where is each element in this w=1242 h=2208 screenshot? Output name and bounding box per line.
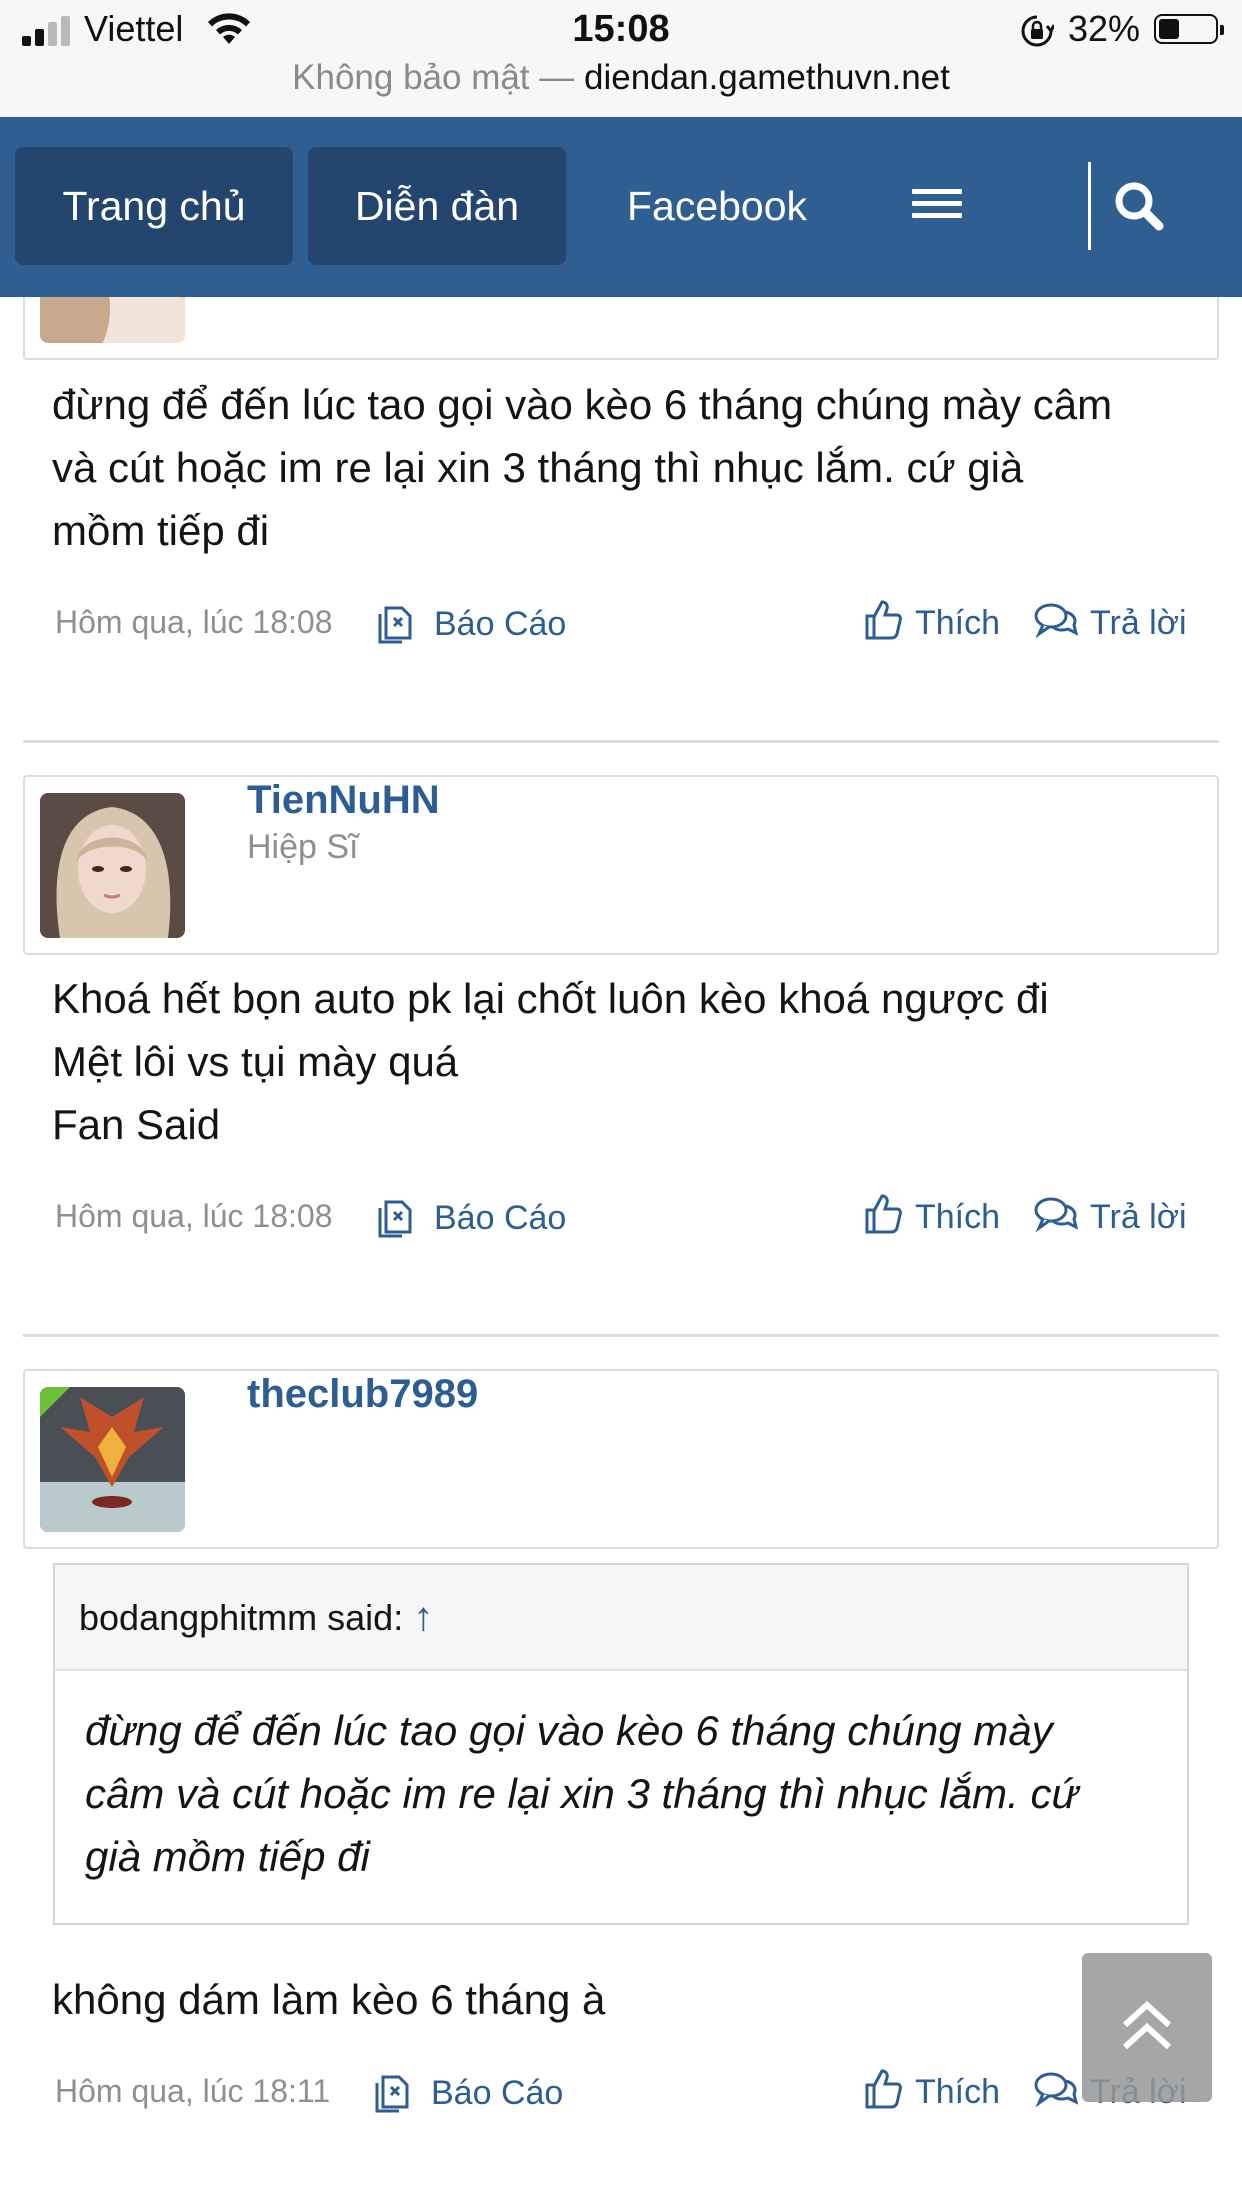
nav-tab-forum[interactable]: Diễn đàn [308,147,566,265]
report-button[interactable]: Báo Cáo [376,604,566,648]
search-icon[interactable] [1112,179,1166,238]
avatar[interactable] [40,1387,185,1532]
clock: 15:08 [572,8,670,50]
reply-button[interactable]: Trả lời [1034,603,1187,645]
thumbs-up-icon [865,600,902,640]
address-bar[interactable]: Không bảo mật — diendan.gamethuvn.net [0,58,1242,98]
post-timestamp[interactable]: Hôm qua, lúc 18:11 [55,2073,330,2110]
avatar[interactable] [40,793,185,938]
hamburger-icon[interactable] [912,189,964,223]
battery-percentage: 32% [1068,8,1141,49]
url-domain: diendan.gamethuvn.net [584,58,950,97]
post-message: Khoá hết bọn auto pk lại chốt luôn kèo k… [52,975,1049,1148]
report-icon [378,606,412,644]
thumbs-up-icon [865,2069,902,2109]
site-navbar: Trang chủ Diễn đàn Facebook [0,117,1242,297]
post-user-header [23,775,1219,955]
post-user-header [23,1369,1219,1549]
report-button[interactable]: Báo Cáo [376,1198,566,1242]
thumbs-up-icon [865,1194,902,1234]
post-message: không dám làm kèo 6 tháng à [52,1976,606,2023]
scroll-to-top-button[interactable] [1082,1953,1212,2102]
reply-icon [1034,1197,1079,1233]
nav-tab-facebook[interactable]: Facebook [600,147,834,265]
report-button[interactable]: Báo Cáo [373,2073,563,2117]
reply-icon [1034,603,1079,639]
quote-header: bodangphitmm said: ↑ [55,1565,1187,1671]
like-button[interactable]: Thích [863,2069,1000,2115]
quote-jump-arrow-icon[interactable]: ↑ [413,1595,433,1639]
username[interactable]: theclub7989 [247,1372,478,1417]
username[interactable]: TienNuHN [247,778,440,823]
status-bar: Viettel 15:08 32% Không bảo mật — dienda… [0,0,1242,117]
post-divider [23,1334,1219,1337]
nav-divider [1088,162,1091,250]
post-divider [23,740,1219,743]
security-label: Không bảo mật — [292,58,575,97]
quote-block: bodangphitmm said: ↑ đừng để đến lúc tao … [53,1563,1189,1925]
orientation-lock-icon [1020,14,1056,53]
reply-button[interactable]: Trả lời [1034,1197,1187,1239]
post-message: đừng để đến lúc tao gọi vào kèo 6 tháng … [52,381,1113,554]
user-title: Hiệp Sĩ [247,828,359,866]
post-timestamp[interactable]: Hôm qua, lúc 18:08 [55,604,333,641]
quote-author: bodangphitmm said: ↑ [79,1595,434,1639]
reply-icon [1034,2072,1079,2108]
like-button[interactable]: Thích [863,1194,1000,1240]
double-chevron-up-icon [1122,2000,1172,2050]
like-button[interactable]: Thích [863,600,1000,646]
report-icon [375,2075,409,2113]
battery-icon [1154,14,1224,44]
report-icon [378,1200,412,1238]
post-timestamp[interactable]: Hôm qua, lúc 18:08 [55,1198,333,1235]
nav-tab-home[interactable]: Trang chủ [15,147,293,265]
quote-text: đừng để đến lúc tao gọi vào kèo 6 tháng … [85,1707,1079,1880]
